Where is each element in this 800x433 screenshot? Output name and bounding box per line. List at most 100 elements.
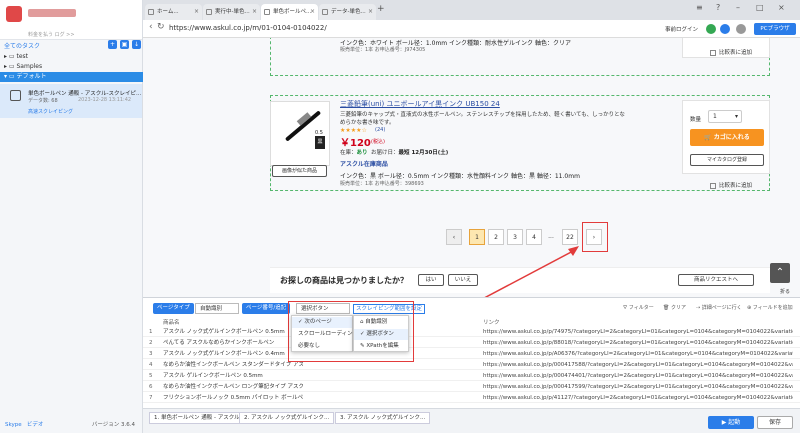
table-row[interactable]: 1 アスクル ノック式ゲルインクボールペン 0.5mm https://www.as… [143, 327, 800, 337]
row-link: https://www.askul.co.jp/p/000417588/?cat… [483, 362, 793, 368]
row-number: 4 [149, 362, 153, 368]
column-header-name[interactable]: 商品名 [163, 318, 180, 326]
home-icon [148, 9, 154, 15]
tab-task-editor[interactable]: 単色ボールペ... × [261, 4, 318, 20]
row-name: アスクル ノック式ゲルインクボールペン 0.5mm [163, 329, 285, 335]
extraction-panel: ページタイプ 自動識別 ページ番号/追記 選択ボタン スクレイピング範囲を設定 … [143, 297, 800, 408]
step-tab[interactable]: 1. 単色ボールペン 通販 - アスクル [149, 412, 245, 424]
upgrade-link[interactable]: 料金を払う ログ >> [28, 31, 75, 38]
new-folder-icon[interactable]: ▣ [120, 40, 129, 49]
robot-icon [10, 90, 21, 101]
row-link: https://www.askul.co.jp/p/000417599/?cat… [483, 384, 793, 390]
step-tab[interactable]: 2. アスクル ノック式ゲルインク... [239, 412, 335, 424]
close-icon[interactable]: × [252, 4, 257, 20]
skype-link[interactable]: Skype [5, 422, 22, 428]
task-sidebar: 料金を払う ログ >> 全てのタスク + ▣ ↓ ▸ ▭ test ▸ ▭ Sa… [0, 0, 143, 433]
close-icon[interactable]: × [368, 4, 373, 20]
maximize-icon[interactable]: □ [756, 3, 764, 12]
back-icon[interactable]: ‹ [149, 22, 153, 32]
page-turn-dropdown: ✓ 次のページ スクロールローディング 必要なし [291, 315, 358, 352]
new-task-icon[interactable]: + [108, 40, 117, 49]
table-row[interactable]: 5 アスクル ゲルインクボールペン 0.5mm https://www.askul.… [143, 371, 800, 381]
option-none[interactable]: 必要なし [292, 341, 352, 352]
page-icon [206, 9, 212, 15]
task-item[interactable]: 単色ボールペン 通販 - アスクル-スクレイピ... データ数: 68 2023… [0, 84, 142, 118]
task-kind: 高速スクレイピング [28, 109, 74, 115]
row-link: https://www.askul.co.jp/p/88018/?categor… [483, 340, 793, 346]
pre-login-button[interactable]: 事前ログイン [665, 25, 698, 33]
tab-running[interactable]: 実行中-単色... × [203, 4, 260, 20]
folder-default[interactable]: ▾ ▭ デフォルト [0, 72, 143, 82]
settings-icon[interactable] [720, 24, 730, 34]
menu-icon[interactable]: ≡ [696, 3, 703, 12]
tab-home[interactable]: ホーム... × [145, 4, 202, 20]
annotation-arrow [484, 246, 579, 297]
page-icon [264, 9, 270, 15]
task-bottom-bar: 1. 単色ボールペン 通販 - アスクル 2. アスクル ノック式ゲルインク..… [143, 408, 800, 433]
table-row[interactable]: 7 フリクションボールノック 0.5mm パイロット ボールペン https://w… [143, 393, 800, 403]
table-row[interactable]: 2 ぺんてる アスクルなめらかインクボールペン https://www.askul.… [143, 338, 800, 348]
tab-data[interactable]: データ-単色... × [319, 4, 376, 20]
row-number: 3 [149, 351, 153, 357]
detail-page-button[interactable]: ⇢ 詳細ページに行く [696, 304, 742, 311]
row-number: 1 [149, 329, 153, 335]
row-name: なめらか油性インクボールペン スタンダードタイプ アスクル [163, 362, 303, 368]
column-header-link[interactable]: リンク [483, 318, 500, 326]
row-link: https://www.askul.co.jp/p/74975/?categor… [483, 329, 793, 335]
row-name: ぺんてる アスクルなめらかインクボールペン [163, 340, 275, 346]
status-icon[interactable] [706, 24, 716, 34]
add-field-button[interactable]: ⊕ フィールドを追加 [747, 304, 793, 311]
address-bar: ‹ ↻ https://www.askul.co.jp/m/01-0104-01… [143, 20, 800, 38]
next-page-method-dropdown: ⌂ 自動識別 ✓ 選択ボタン ✎ XPathを編集 [353, 315, 409, 352]
username-redacted [28, 9, 76, 17]
row-link: https://www.askul.co.jp/p/A06376/?catego… [483, 351, 793, 357]
page-type-select[interactable]: 自動識別 [195, 303, 239, 314]
page-icon [322, 9, 328, 15]
task-time: 2023-12-28 13:11:42 [78, 97, 132, 103]
table-row[interactable]: 6 なめらか油性インクボールペン ロング筆記タイプ アスクル https://www… [143, 382, 800, 392]
table-row[interactable]: 3 アスクル ノック式ゲルインクボールペン 0.4mm https://www.as… [143, 349, 800, 359]
sidebar-footer: Skype ビデオ バージョン 3.6.4 [0, 418, 143, 433]
clear-button[interactable]: 🗑 クリア [663, 304, 686, 311]
folder-samples[interactable]: ▸ ▭ Samples [0, 62, 143, 72]
mode-icon[interactable] [736, 24, 746, 34]
row-number: 2 [149, 340, 153, 346]
save-button[interactable]: 保存 [757, 416, 793, 429]
minimize-icon[interactable]: – [736, 3, 740, 12]
browser-tab-bar: ホーム... × 実行中-単色... × 単色ボールペ... × データ-単色... ×… [143, 0, 800, 20]
table-row[interactable]: 4 なめらか油性インクボールペン スタンダードタイプ アスクル https://ww… [143, 360, 800, 370]
import-icon[interactable]: ↓ [132, 40, 141, 49]
avatar[interactable] [6, 6, 22, 22]
task-title: 単色ボールペン 通販 - アスクル-スクレイピ... [28, 91, 142, 97]
row-number: 7 [149, 395, 153, 401]
step-tab[interactable]: 3. アスクル ノック式ゲルインク... [335, 412, 431, 424]
option-scroll-loading[interactable]: スクロールローディング [292, 329, 358, 340]
close-icon[interactable]: × [310, 4, 315, 20]
option-edit-xpath[interactable]: ✎ XPathを編集 [354, 341, 408, 352]
page-type-label: ページタイプ [153, 303, 194, 314]
option-auto-detect[interactable]: ⌂ 自動識別 [354, 317, 408, 328]
start-button[interactable]: ▶ 起動 [708, 416, 754, 429]
page-turn-label: ページ番号/追記 [242, 303, 291, 314]
close-window-icon[interactable]: × [778, 3, 785, 12]
video-link[interactable]: ビデオ [27, 422, 44, 428]
task-data-count: データ数: 68 [28, 98, 58, 104]
row-number: 6 [149, 384, 153, 390]
folder-test[interactable]: ▸ ▭ test [0, 52, 143, 62]
option-select-button[interactable]: ✓ 選択ボタン [354, 329, 408, 340]
filter-button[interactable]: ⛛ フィルター [623, 304, 654, 311]
account-header: 料金を払う ログ >> [0, 0, 142, 40]
row-name: アスクル ゲルインクボールペン 0.5mm [163, 373, 263, 379]
pc-browser-button[interactable]: PCブラウザ [754, 23, 796, 35]
option-next-page[interactable]: ✓ 次のページ [292, 317, 352, 328]
row-number: 5 [149, 373, 153, 379]
row-name: フリクションボールノック 0.5mm パイロット ボールペン [163, 395, 303, 401]
row-link: https://www.askul.co.jp/p/41127/?categor… [483, 395, 793, 401]
new-tab-icon[interactable]: + [377, 4, 385, 14]
help-icon[interactable]: ? [716, 3, 720, 12]
reload-icon[interactable]: ↻ [157, 22, 165, 32]
row-name: アスクル ノック式ゲルインクボールペン 0.4mm [163, 351, 285, 357]
row-link: https://www.askul.co.jp/p/000474401/?cat… [483, 373, 793, 379]
close-icon[interactable]: × [194, 4, 199, 20]
url-field[interactable]: https://www.askul.co.jp/m/01-0104-010402… [169, 24, 327, 32]
